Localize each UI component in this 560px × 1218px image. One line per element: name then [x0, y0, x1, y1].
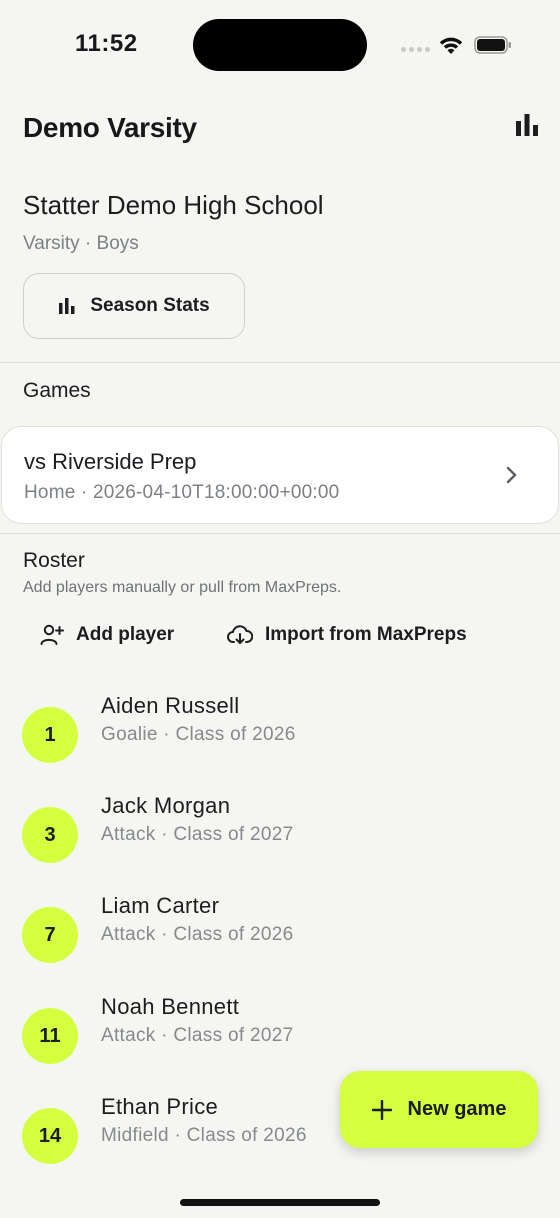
- add-player-label: Add player: [76, 624, 175, 645]
- season-stats-label: Season Stats: [90, 295, 210, 316]
- player-name: Jack Morgan: [101, 793, 231, 818]
- team-subtitle: Varsity · Boys: [23, 233, 139, 254]
- wifi-icon: [439, 37, 463, 54]
- player-name: Aiden Russell: [101, 693, 240, 718]
- divider: [0, 533, 560, 534]
- add-user-icon: [40, 624, 64, 645]
- divider: [0, 362, 560, 363]
- page-title: Demo Varsity: [23, 112, 197, 143]
- add-player-button[interactable]: Add player: [40, 624, 174, 646]
- player-number: 7: [22, 907, 78, 963]
- player-name: Noah Bennett: [101, 994, 240, 1019]
- season-stats-button[interactable]: Season Stats: [23, 273, 245, 339]
- game-card[interactable]: vs Riverside Prep Home · 2026-04-10T18:0…: [1, 426, 559, 524]
- bar-chart-icon: [59, 298, 75, 314]
- player-info: Attack · Class of 2027: [101, 1025, 294, 1046]
- bar-chart-icon[interactable]: [515, 113, 539, 137]
- new-game-label: New game: [407, 1098, 507, 1120]
- game-title: vs Riverside Prep: [24, 449, 197, 474]
- game-subtitle: Home · 2026-04-10T18:00:00+00:00: [24, 482, 340, 503]
- cellular-signal-icon: [401, 47, 430, 52]
- roster-subtitle: Add players manually or pull from MaxPre…: [23, 579, 342, 596]
- player-info: Attack · Class of 2027: [101, 824, 294, 845]
- roster-player[interactable]: 1 Aiden Russell Goalie · Class of 2026: [0, 693, 560, 787]
- cloud-download-icon: [227, 625, 253, 644]
- player-number: 1: [22, 707, 78, 763]
- player-name: Ethan Price: [101, 1094, 219, 1119]
- player-info: Attack · Class of 2026: [101, 924, 294, 945]
- player-name: Liam Carter: [101, 893, 220, 918]
- roster-heading: Roster: [23, 549, 85, 572]
- player-number: 14: [22, 1108, 78, 1164]
- player-number: 11: [22, 1008, 78, 1064]
- status-time: 11:52: [75, 30, 138, 57]
- plus-icon: [371, 1099, 392, 1120]
- import-maxpreps-button[interactable]: Import from MaxPreps: [227, 624, 467, 646]
- player-info: Midfield · Class of 2026: [101, 1125, 307, 1146]
- player-info: Goalie · Class of 2026: [101, 724, 296, 745]
- games-heading: Games: [23, 379, 91, 402]
- roster-player[interactable]: 7 Liam Carter Attack · Class of 2026: [0, 893, 560, 987]
- home-indicator[interactable]: [180, 1199, 380, 1206]
- school-name: Statter Demo High School: [23, 190, 324, 220]
- dynamic-island: [193, 19, 367, 71]
- battery-icon: [474, 36, 511, 54]
- chevron-right-icon: [506, 466, 517, 484]
- import-maxpreps-label: Import from MaxPreps: [265, 624, 467, 645]
- roster-player[interactable]: 3 Jack Morgan Attack · Class of 2027: [0, 793, 560, 887]
- new-game-button[interactable]: New game: [340, 1071, 538, 1148]
- player-number: 3: [22, 807, 78, 863]
